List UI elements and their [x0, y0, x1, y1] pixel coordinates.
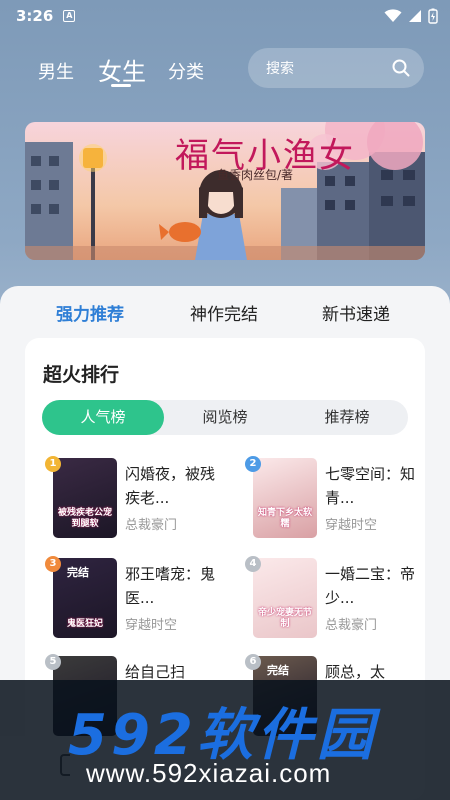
- notification-icon: A: [63, 10, 76, 22]
- rank-option-views[interactable]: 阅览榜: [164, 400, 286, 435]
- tab-category[interactable]: 分类: [168, 58, 204, 84]
- ranking-switch: 人气榜 阅览榜 推荐榜: [42, 400, 408, 435]
- cover-corner-label: 完结: [67, 566, 89, 579]
- cover-title: 被残疾老公宠到腿软: [57, 508, 112, 529]
- cover-title: 帝少宠妻无节制: [257, 608, 312, 629]
- book-genre-tag: 穿越时空: [125, 618, 178, 633]
- book-cover[interactable]: 知青下乡太软糯: [253, 458, 317, 538]
- tab-completed-works[interactable]: 神作完结: [190, 300, 258, 325]
- status-time: 3:26: [16, 7, 54, 25]
- active-tab-indicator: [111, 84, 131, 87]
- tab-female[interactable]: 女生: [98, 52, 146, 87]
- status-bar: 3:26 A: [0, 0, 450, 32]
- rank-badge: 3: [45, 556, 61, 572]
- watermark-url: www.592xiazai.com: [86, 758, 332, 788]
- book-item[interactable]: 知青下乡太软糯 2 七零空间：知青... 穿越时空: [245, 456, 425, 542]
- promo-banner[interactable]: 福气小渔女 鱼香肉丝包/著: [25, 122, 425, 260]
- status-icons: [384, 8, 438, 24]
- book-genre-tag: 穿越时空: [325, 518, 378, 533]
- battery-icon: [428, 8, 438, 24]
- tab-strong-recommend[interactable]: 强力推荐: [56, 300, 124, 325]
- cover-title: 鬼医狂妃: [66, 619, 103, 629]
- book-cover[interactable]: 鬼医狂妃 完结: [53, 558, 117, 638]
- search-placeholder: 搜索: [266, 61, 294, 77]
- rank-badge: 2: [245, 456, 261, 472]
- book-title[interactable]: 邪王嗜宠：鬼医...: [125, 562, 215, 610]
- tab-male[interactable]: 男生: [38, 58, 74, 84]
- watermark-overlay: 592软件园 www.592xiazai.com: [0, 680, 450, 800]
- book-title[interactable]: 一婚二宝：帝少...: [325, 562, 415, 610]
- book-cover[interactable]: 被残疾老公宠到腿软: [53, 458, 117, 538]
- ranking-title: 超火排行: [43, 364, 120, 386]
- cover-title: 知青下乡太软糯: [257, 508, 312, 529]
- rank-option-recommend[interactable]: 推荐榜: [286, 400, 408, 435]
- book-title[interactable]: 七零空间：知青...: [325, 462, 415, 510]
- section-tabs: 强力推荐 神作完结 新书速递: [0, 300, 450, 325]
- search-icon[interactable]: [392, 59, 410, 77]
- signal-icon: [409, 10, 421, 22]
- search-bar[interactable]: 搜索: [248, 48, 424, 88]
- rank-badge: 5: [45, 654, 61, 670]
- wifi-icon: [384, 9, 402, 22]
- book-item[interactable]: 鬼医狂妃 完结 3 邪王嗜宠：鬼医... 穿越时空: [45, 556, 225, 642]
- book-item[interactable]: 被残疾老公宠到腿软 1 闪婚夜，被残疾老... 总裁豪门: [45, 456, 225, 542]
- book-genre-tag: 总裁豪门: [325, 618, 378, 633]
- rank-option-popularity[interactable]: 人气榜: [42, 400, 164, 435]
- cover-corner-label: 完结: [267, 664, 289, 677]
- tab-new-books[interactable]: 新书速递: [322, 300, 390, 325]
- rank-badge: 1: [45, 456, 61, 472]
- banner-author: 鱼香肉丝包/著: [217, 168, 294, 182]
- rank-badge: 6: [245, 654, 261, 670]
- top-header: 男生 女生 分类 搜索: [0, 42, 450, 94]
- rank-badge: 4: [245, 556, 261, 572]
- book-genre-tag: 总裁豪门: [125, 518, 178, 533]
- book-cover[interactable]: 帝少宠妻无节制: [253, 558, 317, 638]
- book-title[interactable]: 闪婚夜，被残疾老...: [125, 462, 215, 510]
- book-item[interactable]: 帝少宠妻无节制 4 一婚二宝：帝少... 总裁豪门: [245, 556, 425, 642]
